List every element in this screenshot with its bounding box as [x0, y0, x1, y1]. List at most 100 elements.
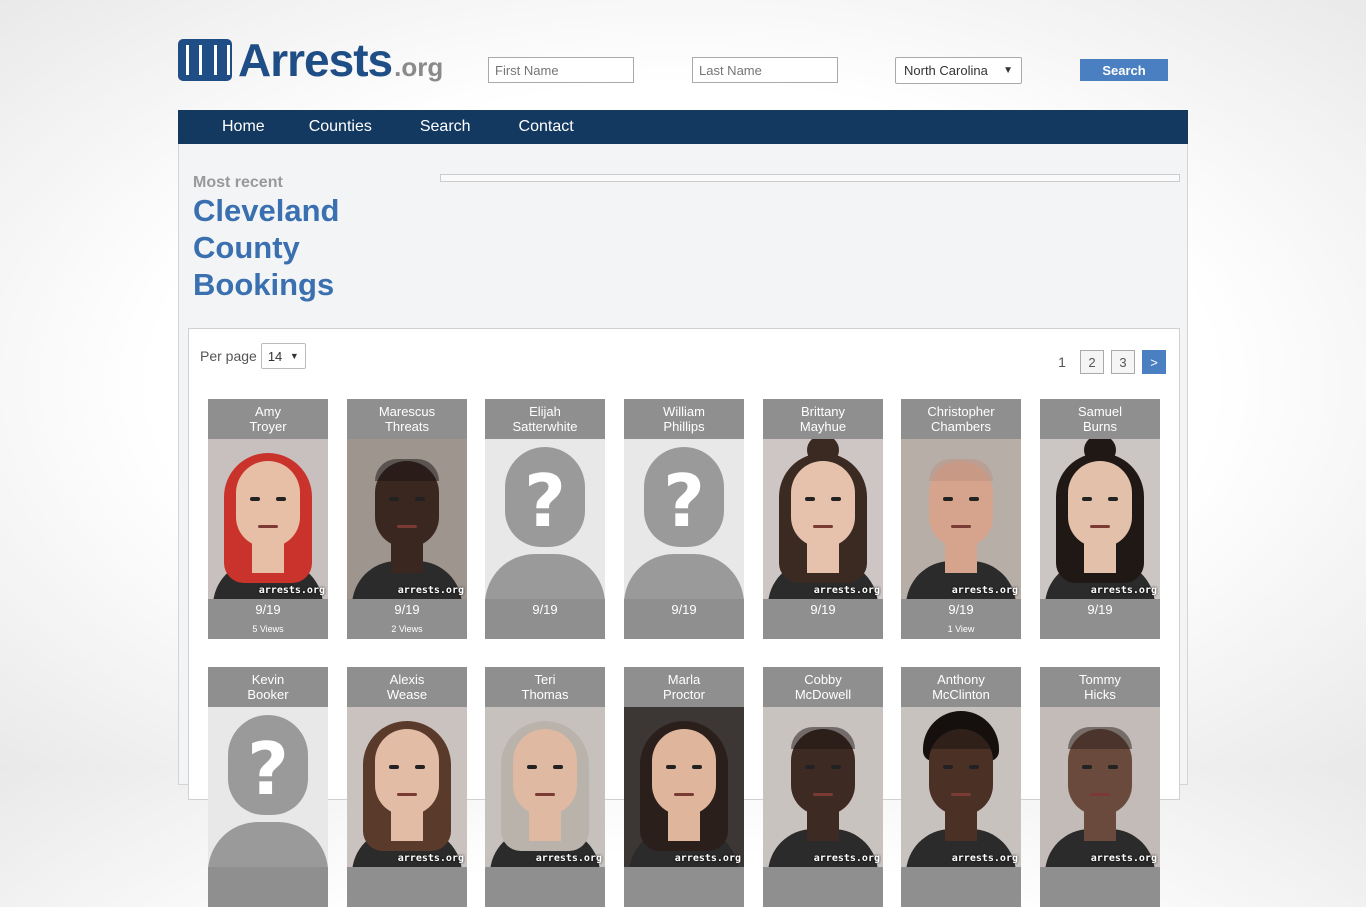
mugshot-photo[interactable]: arrests.org	[1040, 707, 1160, 867]
booking-first-name: Anthony	[937, 672, 985, 687]
booking-card[interactable]: Marescus Threats arrests.org 9/19 2 Views	[347, 399, 467, 639]
ad-placeholder	[440, 174, 1180, 182]
page-link-3[interactable]: 3	[1111, 350, 1135, 374]
no-photo-silhouette-icon[interactable]: ?	[624, 439, 744, 599]
mugshot-photo[interactable]: arrests.org	[208, 439, 328, 599]
booking-views	[485, 620, 605, 639]
site-header: Arrests .org North Carolina ▼ Search	[178, 34, 1188, 94]
booking-last-name: Chambers	[931, 419, 991, 434]
booking-date	[347, 867, 467, 888]
booking-views	[485, 888, 605, 907]
booking-last-name: Mayhue	[799, 419, 847, 434]
booking-card[interactable]: William Phillips? 9/19	[624, 399, 744, 639]
booking-views: 2 Views	[391, 624, 423, 634]
site-logo[interactable]: Arrests .org	[178, 36, 443, 84]
watermark-text: arrests.org	[951, 585, 1018, 596]
booking-first-name: Tommy	[1079, 672, 1121, 687]
mugshot-photo[interactable]: arrests.org	[485, 707, 605, 867]
booking-name[interactable]: Elijah Satterwhite	[485, 399, 605, 439]
watermark-text: arrests.org	[813, 853, 880, 864]
page-current: 1	[1058, 354, 1066, 370]
booking-name[interactable]: Teri Thomas	[485, 667, 605, 707]
mugshot-photo[interactable]: arrests.org	[901, 707, 1021, 867]
mugshot-photo[interactable]: arrests.org	[763, 707, 883, 867]
mugshot-photo[interactable]: arrests.org	[901, 439, 1021, 599]
state-select-value: North Carolina	[904, 63, 988, 78]
booking-card[interactable]: Marla Proctor arrests.org	[624, 667, 744, 907]
booking-name[interactable]: Kevin Booker	[208, 667, 328, 707]
no-photo-silhouette-icon[interactable]: ?	[208, 707, 328, 867]
booking-name[interactable]: Tommy Hicks	[1040, 667, 1160, 707]
search-button[interactable]: Search	[1080, 59, 1168, 81]
booking-views	[624, 888, 744, 907]
nav-counties[interactable]: Counties	[309, 118, 372, 136]
booking-name[interactable]: Marescus Threats	[347, 399, 467, 439]
nav-contact[interactable]: Contact	[519, 118, 574, 136]
watermark-text: arrests.org	[951, 853, 1018, 864]
booking-card[interactable]: Kevin Booker?	[208, 667, 328, 907]
logo-text: Arrests	[238, 34, 393, 86]
booking-name[interactable]: Anthony McClinton	[901, 667, 1021, 707]
no-photo-silhouette-icon[interactable]: ?	[485, 439, 605, 599]
chevron-down-icon: ▼	[289, 351, 299, 361]
booking-name[interactable]: William Phillips	[624, 399, 744, 439]
booking-card[interactable]: Teri Thomas arrests.org	[485, 667, 605, 907]
booking-name[interactable]: Alexis Wease	[347, 667, 467, 707]
booking-card[interactable]: Anthony McClinton arrests.org	[901, 667, 1021, 907]
watermark-text: arrests.org	[1090, 585, 1157, 596]
booking-views	[208, 888, 328, 907]
booking-card[interactable]: Christopher Chambers arrests.org 9/19 1 View	[901, 399, 1021, 639]
per-page-select[interactable]: 14 ▼	[260, 343, 306, 369]
booking-date: 9/19	[948, 602, 974, 617]
next-page-button[interactable]: >	[1142, 350, 1166, 374]
state-select[interactable]: North Carolina ▼	[895, 57, 1022, 84]
booking-card[interactable]: Brittany Mayhue arrests.org 9/19	[763, 399, 883, 639]
mugshot-photo[interactable]: arrests.org	[347, 439, 467, 599]
booking-name[interactable]: Cobby McDowell	[763, 667, 883, 707]
booking-name[interactable]: Samuel Burns	[1040, 399, 1160, 439]
booking-last-name: Booker	[247, 687, 289, 702]
booking-first-name: Samuel	[1077, 404, 1123, 419]
watermark-text: arrests.org	[397, 585, 464, 596]
last-name-input[interactable]	[692, 57, 838, 83]
booking-date	[485, 867, 605, 888]
booking-last-name: Threats	[384, 419, 430, 434]
booking-name[interactable]: Christopher Chambers	[901, 399, 1021, 439]
booking-card[interactable]: Samuel Burns arrests.org 9/19	[1040, 399, 1160, 639]
mugshot-photo[interactable]: arrests.org	[1040, 439, 1160, 599]
booking-card[interactable]: Amy Troyer arrests.org 9/19 5 Views	[208, 399, 328, 639]
booking-name[interactable]: Marla Proctor	[624, 667, 744, 707]
booking-date: 9/19	[255, 602, 281, 617]
booking-first-name: Brittany	[800, 404, 846, 419]
booking-last-name: Troyer	[249, 419, 287, 434]
booking-last-name: McDowell	[794, 687, 852, 702]
booking-card[interactable]: Alexis Wease arrests.org	[347, 667, 467, 907]
booking-date: 9/19	[532, 602, 558, 617]
main-content: Most recent Cleveland County Bookings Pe…	[178, 144, 1188, 907]
nav-home[interactable]: Home	[222, 118, 265, 136]
booking-last-name: Wease	[386, 687, 428, 702]
booking-first-name: Kevin	[251, 672, 285, 687]
nav-search[interactable]: Search	[420, 118, 471, 136]
page-title-line: Cleveland	[193, 193, 340, 228]
per-page-label: Per page	[200, 348, 257, 364]
per-page-control: Per page 14 ▼	[200, 343, 306, 369]
mugshot-photo[interactable]: arrests.org	[763, 439, 883, 599]
booking-first-name: Amy	[255, 404, 281, 419]
booking-views	[1040, 620, 1160, 639]
booking-name[interactable]: Amy Troyer	[208, 399, 328, 439]
watermark-text: arrests.org	[674, 853, 741, 864]
booking-first-name: Cobby	[804, 672, 842, 687]
booking-card[interactable]: Elijah Satterwhite? 9/19	[485, 399, 605, 639]
page-link-2[interactable]: 2	[1080, 350, 1104, 374]
booking-date	[624, 867, 744, 888]
booking-card[interactable]: Tommy Hicks arrests.org	[1040, 667, 1160, 907]
booking-views	[347, 888, 467, 907]
booking-card[interactable]: Cobby McDowell arrests.org	[763, 667, 883, 907]
booking-views: 1 View	[947, 624, 975, 634]
mugshot-photo[interactable]: arrests.org	[624, 707, 744, 867]
mugshot-photo[interactable]: arrests.org	[347, 707, 467, 867]
booking-name[interactable]: Brittany Mayhue	[763, 399, 883, 439]
watermark-text: arrests.org	[397, 853, 464, 864]
first-name-input[interactable]	[488, 57, 634, 83]
